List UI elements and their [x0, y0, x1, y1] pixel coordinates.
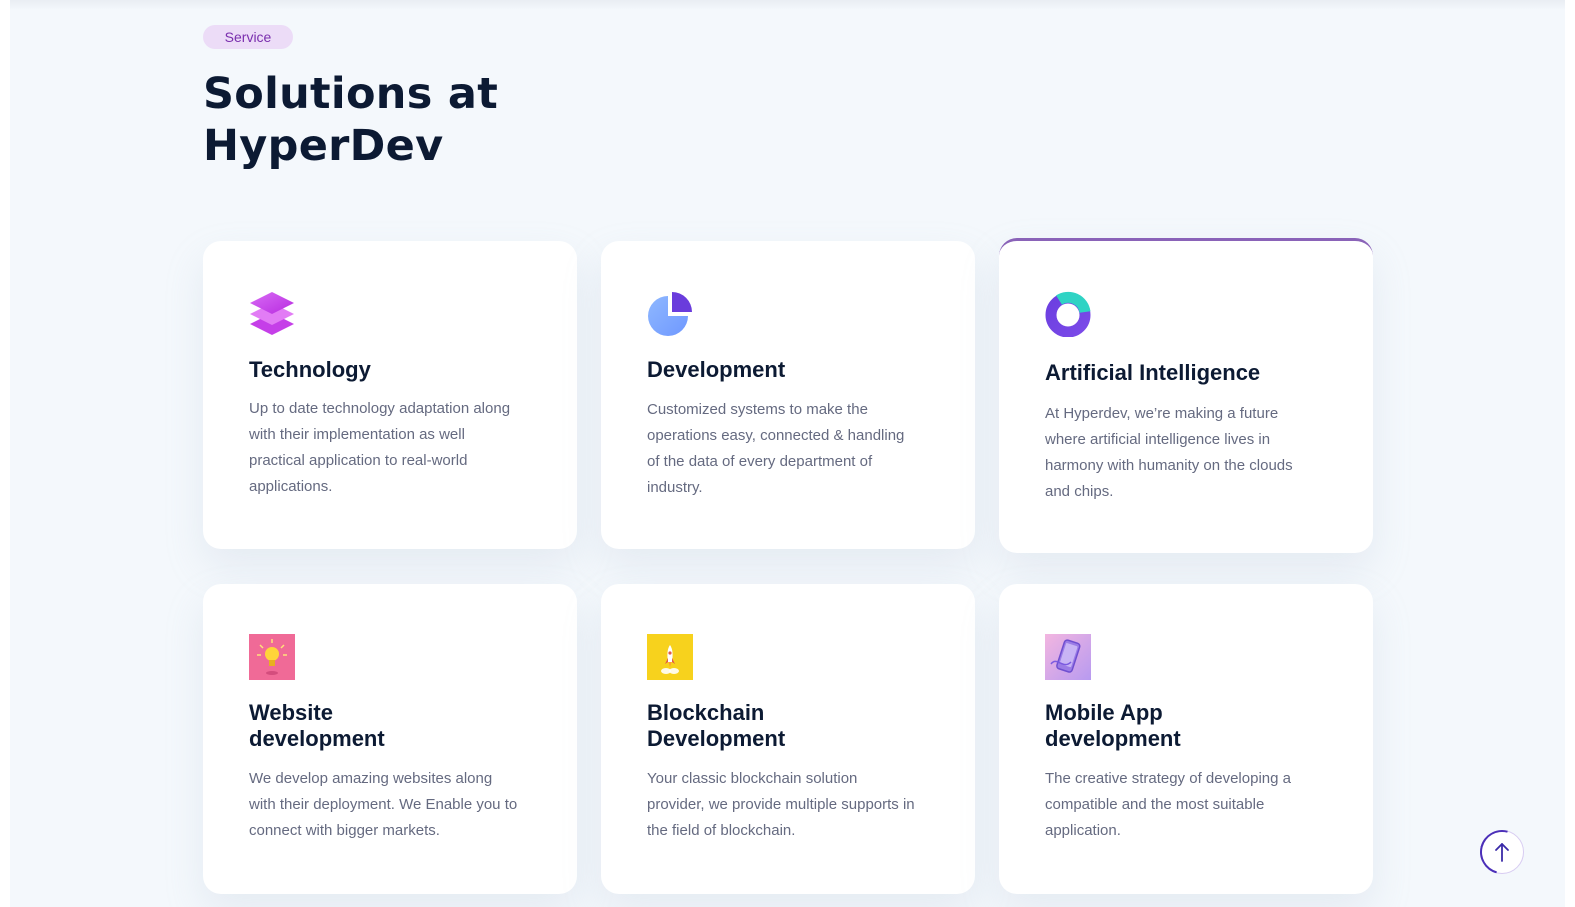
rocket-icon: [647, 634, 693, 680]
pie-chart-icon: [648, 292, 692, 336]
header-shadow: [10, 0, 1565, 10]
scroll-to-top-button[interactable]: [1480, 830, 1524, 874]
card-title-line2: development: [249, 726, 385, 751]
card-title-line1: Blockchain: [647, 700, 765, 725]
page-background: Service Solutions at HyperDev Technology…: [10, 0, 1565, 907]
ring-icon: [1045, 291, 1091, 337]
card-description: The creative strategy of developing a co…: [1045, 770, 1291, 839]
card-title-line2: development: [1045, 726, 1181, 751]
service-card-development[interactable]: Development Customized systems to make t…: [601, 241, 975, 549]
card-title: Artificial Intelligence: [1045, 360, 1261, 385]
card-title: Development: [647, 357, 786, 382]
service-card-technology[interactable]: Technology Up to date technology adaptat…: [203, 241, 577, 549]
lightbulb-icon: [249, 634, 295, 680]
card-title-line1: Website: [249, 700, 333, 725]
stacked-layers-icon: [250, 292, 294, 335]
card-description: Up to date technology adaptation along w…: [249, 400, 511, 495]
card-description: At Hyperdev, we’re making a future where…: [1045, 405, 1293, 500]
service-card-mobile-app-development[interactable]: Mobile App development The creative stra…: [999, 584, 1373, 894]
section-title-line2: HyperDev: [203, 121, 444, 171]
card-title: Website development: [249, 700, 539, 752]
card-description: We develop amazing websites along with t…: [249, 770, 518, 839]
card-title: Mobile App development: [1045, 700, 1335, 752]
card-title: Technology: [249, 357, 371, 382]
service-card-artificial-intelligence[interactable]: Artificial Intelligence At Hyperdev, we’…: [999, 238, 1373, 553]
section-title-line1: Solutions at: [203, 69, 499, 119]
mobile-phone-icon: [1045, 634, 1091, 680]
section-badge: Service: [203, 25, 293, 49]
arrow-up-icon: [1495, 843, 1509, 862]
card-description: Customized systems to make the operation…: [647, 401, 905, 496]
service-card-blockchain-development[interactable]: Blockchain Development Your classic bloc…: [601, 584, 975, 894]
card-description: Your classic blockchain solution provide…: [647, 770, 915, 839]
service-card-website-development[interactable]: Website development We develop amazing w…: [203, 584, 577, 894]
card-title-line2: Development: [647, 726, 786, 751]
section-title: Solutions at HyperDev: [203, 68, 623, 172]
card-title: Blockchain Development: [647, 700, 937, 752]
scrollbar-track[interactable]: [1565, 0, 1575, 907]
card-title-line1: Mobile App: [1045, 700, 1163, 725]
